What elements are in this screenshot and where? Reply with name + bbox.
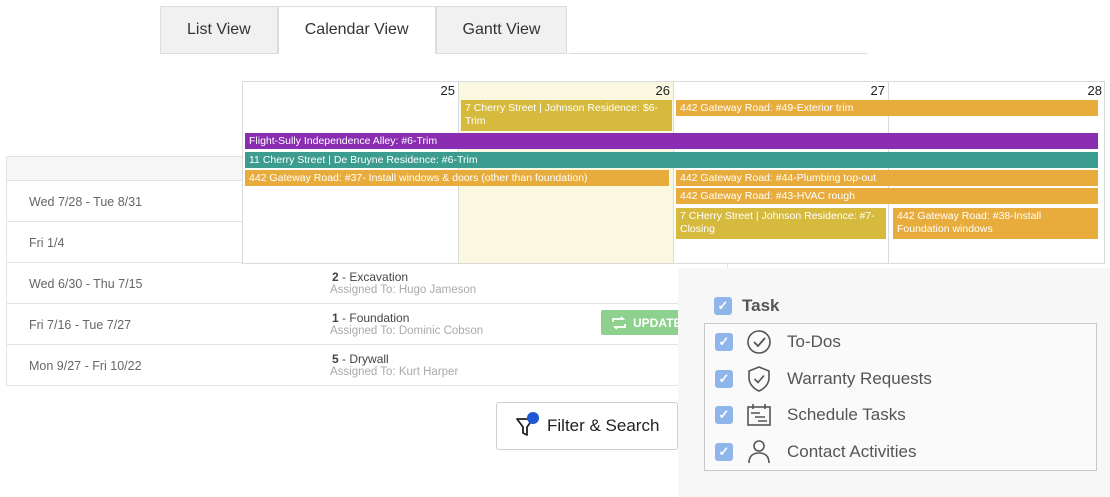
list-row[interactable]: Wed 6/30 - Thu 7/15 2 - Excavation Assig…: [7, 263, 727, 304]
calendar-event[interactable]: Flight-Sully Independence Alley: #6-Trim: [245, 133, 1098, 149]
legend-item-label: To-Dos: [787, 332, 841, 351]
row-number: 2: [332, 270, 339, 284]
legend-header-label: Task: [742, 296, 780, 315]
calendar-event[interactable]: 442 Gateway Road: #37- Install windows &…: [245, 170, 669, 186]
row-date: Mon 9/27 - Fri 10/22: [29, 359, 142, 373]
schedule-checkbox[interactable]: ✓: [715, 406, 733, 424]
legend-item-todos: ✓ To-Dos: [715, 327, 841, 357]
legend-item-label: Contact Activities: [787, 442, 917, 461]
row-date: Fri 1/4: [29, 236, 65, 250]
filter-search-button[interactable]: Filter & Search: [496, 402, 678, 450]
check-circle-icon: [745, 328, 773, 356]
legend-item-warranty: ✓ Warranty Requests: [715, 364, 932, 394]
row-title: 5 - Drywall: [332, 352, 389, 366]
calendar-event[interactable]: 442 Gateway Road: #43-HVAC rough: [676, 188, 1098, 204]
contact-checkbox[interactable]: ✓: [715, 443, 733, 461]
shield-check-icon: [745, 365, 773, 393]
todos-checkbox[interactable]: ✓: [715, 333, 733, 351]
calendar-event[interactable]: 442 Gateway Road: #49-Exterior trim: [676, 100, 1098, 116]
calendar-event[interactable]: 7 Cherry Street | Johnson Residence: $6-…: [461, 100, 672, 131]
legend-panel: ✓ Task ✓ To-Dos ✓ Warranty Requests ✓ Sc…: [678, 268, 1110, 497]
legend-item-label: Warranty Requests: [787, 369, 932, 388]
row-title-text: Excavation: [349, 270, 409, 284]
day-number: 26: [655, 83, 670, 98]
task-checkbox[interactable]: ✓: [714, 297, 732, 315]
calendar-grid: 25 26 27 28 7 Cherry Street | Johnson Re…: [242, 81, 1105, 264]
row-date: Wed 7/28 - Tue 8/31: [29, 195, 143, 209]
list-row[interactable]: Fri 7/16 - Tue 7/27 1 - Foundation Assig…: [7, 304, 727, 345]
warranty-checkbox[interactable]: ✓: [715, 370, 733, 388]
row-title: 1 - Foundation: [332, 311, 410, 325]
tab-gantt-view[interactable]: Gantt View: [435, 6, 568, 54]
calendar-event[interactable]: 442 Gateway Road: #44-Plumbing top-out: [676, 170, 1098, 186]
filter-active-dot: [527, 412, 539, 424]
update-label: UPDATE: [633, 315, 682, 330]
row-number: 5: [332, 352, 339, 366]
calendar-list-icon: [745, 401, 773, 429]
refresh-icon: [612, 315, 626, 330]
legend-item-schedule: ✓ Schedule Tasks: [715, 400, 906, 430]
tab-divider: [569, 53, 867, 54]
list-row[interactable]: Mon 9/27 - Fri 10/22 5 - Drywall Assigne…: [7, 345, 727, 386]
row-number: 1: [332, 311, 339, 325]
row-assigned: Assigned To: Hugo Jameson: [330, 284, 477, 296]
row-title-text: Drywall: [349, 352, 389, 366]
day-number: 25: [440, 83, 455, 98]
legend-items: ✓ To-Dos ✓ Warranty Requests ✓ Schedule …: [704, 323, 1097, 471]
filter-icon: [515, 412, 539, 438]
legend-header: ✓ Task: [714, 296, 780, 316]
day-number: 27: [870, 83, 885, 98]
tab-calendar-view[interactable]: Calendar View: [277, 6, 436, 54]
legend-item-label: Schedule Tasks: [787, 405, 906, 424]
row-title: 2 - Excavation: [332, 270, 409, 284]
filter-search-label: Filter & Search: [547, 416, 660, 435]
calendar-event[interactable]: 11 Cherry Street | De Bruyne Residence: …: [245, 152, 1098, 168]
row-assigned: Assigned To: Dominic Cobson: [330, 325, 484, 337]
tab-list-view[interactable]: List View: [160, 6, 278, 54]
day-number: 28: [1087, 83, 1102, 98]
legend-item-contact: ✓ Contact Activities: [715, 437, 916, 467]
calendar-event[interactable]: 442 Gateway Road: #38-Install Foundation…: [893, 208, 1098, 239]
person-icon: [745, 438, 773, 466]
row-date: Fri 7/16 - Tue 7/27: [29, 318, 132, 332]
row-date: Wed 6/30 - Thu 7/15: [29, 277, 143, 291]
calendar-event[interactable]: 7 CHerry Street | Johnson Residence: #7-…: [676, 208, 886, 239]
view-tabs: List View Calendar View Gantt View: [160, 6, 568, 54]
row-assigned: Assigned To: Kurt Harper: [330, 366, 459, 378]
row-title-text: Foundation: [349, 311, 410, 325]
